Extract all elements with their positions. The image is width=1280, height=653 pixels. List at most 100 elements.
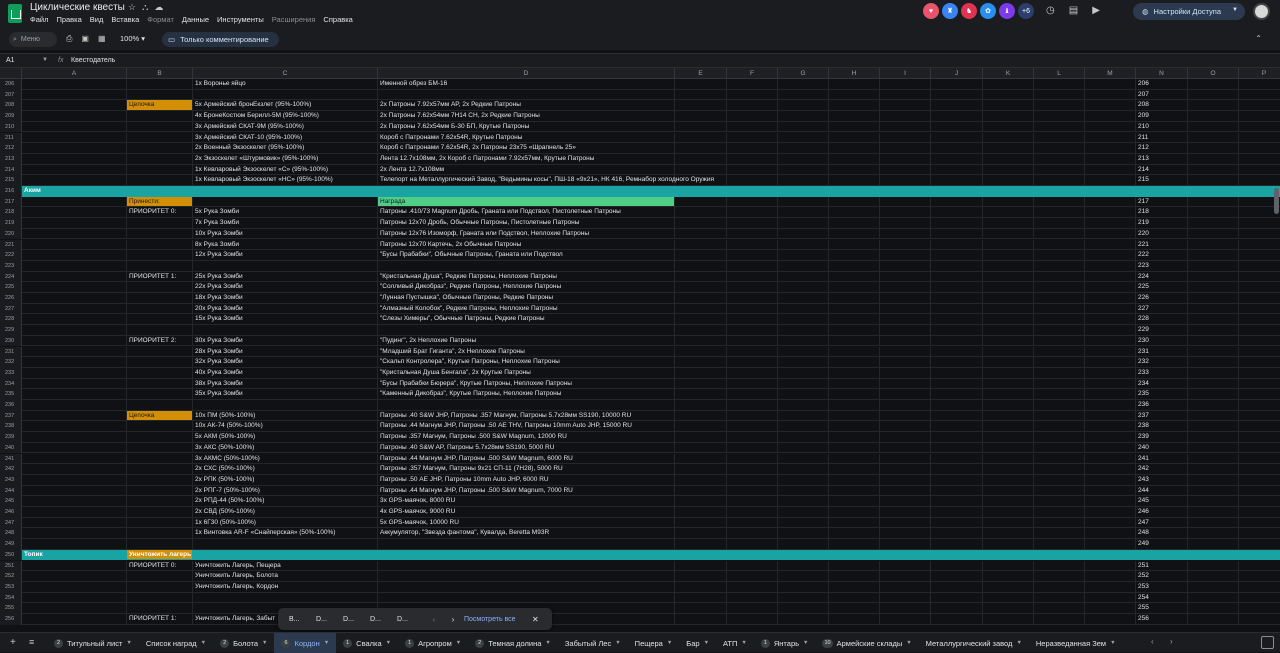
cell-b[interactable]: [127, 367, 193, 379]
row-number[interactable]: 255: [0, 603, 22, 614]
row-number[interactable]: 209: [0, 111, 22, 122]
cell-h[interactable]: [829, 111, 880, 122]
cell-i[interactable]: [880, 79, 931, 90]
sheet-tab[interactable]: 1 Агропром ▼: [398, 633, 468, 653]
cell-k[interactable]: [983, 442, 1034, 454]
cell-m[interactable]: [1085, 357, 1136, 368]
cell-f[interactable]: [727, 218, 778, 229]
cell-g[interactable]: [778, 367, 829, 379]
cell-k[interactable]: [983, 507, 1034, 518]
row-number[interactable]: 256: [0, 614, 22, 625]
cell-n[interactable]: 237: [1136, 410, 1188, 422]
cell-n[interactable]: 235: [1136, 389, 1188, 400]
cell-o[interactable]: [1188, 239, 1239, 251]
cell-h[interactable]: [829, 239, 880, 251]
cell-o[interactable]: [1188, 196, 1239, 208]
cell-g[interactable]: [778, 560, 829, 572]
cell-c[interactable]: 2х СХС (50%-100%): [193, 464, 378, 475]
cell-g[interactable]: [778, 421, 829, 433]
cell-d[interactable]: Аккумулятор, "Звезда фантома", Кувалда, …: [378, 528, 675, 540]
column-header[interactable]: M: [1085, 68, 1136, 79]
collaborator-avatar[interactable]: ♥: [923, 3, 939, 19]
cell-n[interactable]: 225: [1136, 282, 1188, 293]
cell-o[interactable]: [1188, 314, 1239, 326]
cell-h[interactable]: [829, 325, 880, 336]
cell-b[interactable]: Принести:: [127, 196, 193, 208]
cell-m[interactable]: [1085, 79, 1136, 90]
row-number[interactable]: 222: [0, 250, 22, 261]
cell-m[interactable]: [1085, 314, 1136, 326]
find-result-item[interactable]: D...: [343, 616, 370, 623]
cell-p[interactable]: [1239, 432, 1280, 443]
cell-p[interactable]: [1239, 614, 1280, 625]
cell-l[interactable]: [1034, 614, 1085, 625]
cell-d[interactable]: "Бусы Прабабки Бюрера", Крутые Патроны, …: [378, 378, 675, 390]
row-number[interactable]: 213: [0, 153, 22, 165]
table-row[interactable]: 248 1х Винтовка AR-F «Снайперская» (50%-1…: [0, 528, 1280, 540]
cell-i[interactable]: [880, 367, 931, 379]
row-number[interactable]: 242: [0, 464, 22, 475]
cell-f[interactable]: [727, 581, 778, 593]
cell-o[interactable]: [1188, 228, 1239, 240]
cell-f[interactable]: [727, 571, 778, 582]
cell-f[interactable]: [727, 282, 778, 293]
row-number[interactable]: 226: [0, 293, 22, 304]
cell-g[interactable]: [778, 207, 829, 219]
cell-f[interactable]: [727, 539, 778, 550]
cell-d[interactable]: Награда: [378, 196, 675, 208]
row-number[interactable]: 214: [0, 164, 22, 176]
cell-a[interactable]: [22, 218, 127, 229]
explore-icon[interactable]: [1261, 636, 1274, 649]
cell-a[interactable]: [22, 314, 127, 326]
cell-p[interactable]: [1239, 475, 1280, 486]
cell-a[interactable]: [22, 282, 127, 293]
cell-f[interactable]: [727, 560, 778, 572]
cell-c[interactable]: 5х Армейский бронЕкзлет (95%-100%): [193, 100, 378, 112]
table-row[interactable]: 252 Уничтожить Лагерь, Болота 252: [0, 571, 1280, 582]
cell-m[interactable]: [1085, 421, 1136, 433]
cell-g[interactable]: [778, 357, 829, 368]
cell-f[interactable]: [727, 346, 778, 358]
menu-item[interactable]: Файл: [30, 15, 48, 24]
cell-j[interactable]: [931, 357, 983, 368]
cell-j[interactable]: [931, 528, 983, 540]
cell-i[interactable]: [880, 111, 931, 122]
cell-k[interactable]: [983, 228, 1034, 240]
cell-e[interactable]: [675, 378, 727, 390]
cell-a[interactable]: [22, 507, 127, 518]
cell-i[interactable]: [880, 218, 931, 229]
collaborator-avatar[interactable]: ♜: [942, 3, 958, 19]
cell-a[interactable]: [22, 592, 127, 604]
table-row[interactable]: 218 ПРИОРИТЕТ 0: 5х Рука Зомби Патроны .410…: [0, 207, 1280, 219]
cell-c[interactable]: 20х Рука Зомби: [193, 303, 378, 315]
share-button[interactable]: ◍ Настройки Доступа ▼: [1133, 3, 1245, 20]
cell-b[interactable]: [127, 250, 193, 261]
cell-p[interactable]: [1239, 357, 1280, 368]
cell-a[interactable]: [22, 100, 127, 112]
table-row[interactable]: 212 2х Военный Экзоскелет (95%-100%) Короб…: [0, 143, 1280, 154]
cell-e[interactable]: [675, 325, 727, 336]
cell-m[interactable]: [1085, 400, 1136, 411]
cell-p[interactable]: [1239, 389, 1280, 400]
cell-o[interactable]: [1188, 79, 1239, 90]
cell-l[interactable]: [1034, 100, 1085, 112]
section-header-title[interactable]: Аким: [22, 186, 127, 197]
cell-n[interactable]: 207: [1136, 89, 1188, 101]
cell-k[interactable]: [983, 175, 1034, 186]
cell-o[interactable]: [1188, 389, 1239, 400]
cell-k[interactable]: [983, 346, 1034, 358]
column-header[interactable]: J: [931, 68, 983, 79]
menu-item[interactable]: Данные: [182, 15, 209, 24]
cell-d[interactable]: Патроны .40 S&W JHP, Патроны .357 Магнум…: [378, 410, 675, 422]
cell-p[interactable]: [1239, 133, 1280, 144]
chevron-down-icon[interactable]: ▼: [126, 640, 131, 646]
cell-k[interactable]: [983, 121, 1034, 133]
cell-p[interactable]: [1239, 486, 1280, 497]
cell-f[interactable]: [727, 507, 778, 518]
cell-g[interactable]: [778, 378, 829, 390]
cell-g[interactable]: [778, 218, 829, 229]
cell-m[interactable]: [1085, 432, 1136, 443]
cell-b[interactable]: [127, 293, 193, 304]
cell-j[interactable]: [931, 325, 983, 336]
cell-i[interactable]: [880, 517, 931, 529]
